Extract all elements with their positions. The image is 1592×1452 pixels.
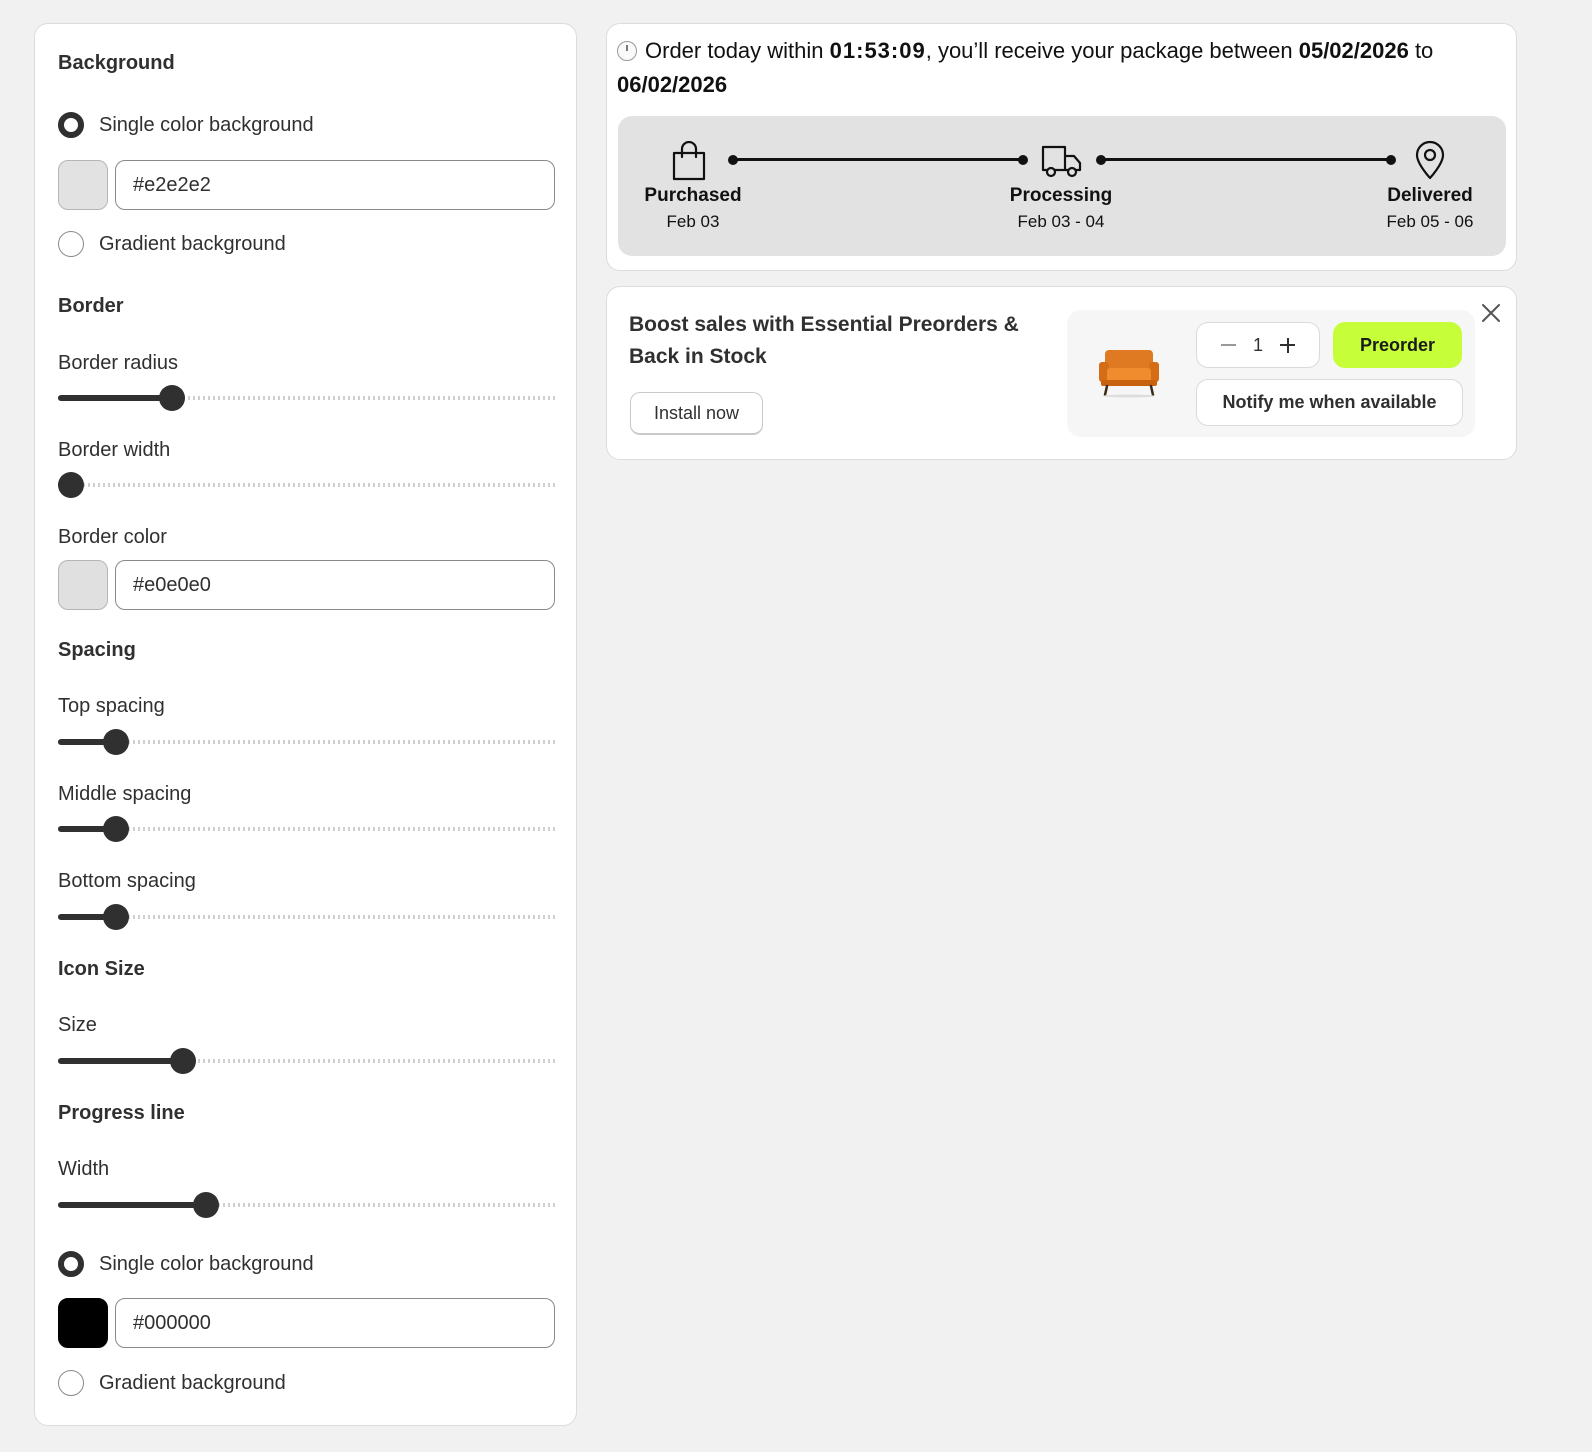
border-radius-slider[interactable] (58, 385, 555, 411)
background-color-input[interactable]: #e2e2e2 (115, 160, 555, 210)
border-color-input[interactable]: #e0e0e0 (115, 560, 555, 610)
timeline-step-purchased: Purchased Feb 03 (613, 116, 773, 256)
background-color-picker: #e2e2e2 (58, 160, 555, 210)
border-color-swatch[interactable] (58, 560, 108, 610)
border-section-title: Border (58, 295, 124, 317)
timeline-line (1101, 158, 1391, 161)
step-name: Purchased (644, 185, 742, 206)
border-color-label: Border color (58, 526, 167, 548)
truck-icon (1041, 145, 1082, 178)
border-radius-label: Border radius (58, 352, 179, 374)
radio-unselected-icon[interactable] (58, 231, 84, 257)
bottom-spacing-slider[interactable] (58, 904, 555, 930)
background-color-swatch[interactable] (58, 160, 108, 210)
plus-icon[interactable] (1286, 337, 1289, 353)
delivery-estimate-preview: Order today within 01:53:09, you’ll rece… (606, 23, 1517, 271)
step-date: Feb 03 - 04 (1017, 212, 1105, 231)
delivery-timeline: Purchased Feb 03 Processing Feb 03 - 04 … (618, 116, 1506, 256)
top-spacing-label: Top spacing (58, 695, 165, 717)
top-spacing-slider[interactable] (58, 729, 555, 755)
background-single-color-option[interactable]: Single color background (58, 111, 314, 139)
icon-size-slider[interactable] (58, 1048, 555, 1074)
settings-panel: Background Single color background #e2e2… (34, 23, 577, 1426)
progress-line-section-title: Progress line (58, 1102, 185, 1124)
step-name: Processing (1009, 185, 1113, 206)
border-width-label: Border width (58, 439, 171, 461)
radio-label: Gradient background (99, 1371, 286, 1394)
progress-line-width-slider[interactable] (58, 1192, 555, 1218)
icon-size-label: Size (58, 1014, 97, 1036)
border-width-slider[interactable] (58, 472, 555, 498)
quantity-stepper[interactable]: 1 (1196, 322, 1320, 368)
install-now-button[interactable]: Install now (630, 392, 763, 435)
progress-line-single-color-option[interactable]: Single color background (58, 1250, 314, 1278)
progress-line-color-picker: #000000 (58, 1298, 555, 1348)
timeline-step-delivered: Delivered Feb 05 - 06 (1350, 116, 1510, 256)
close-icon[interactable] (1479, 301, 1503, 325)
radio-selected-icon[interactable] (58, 112, 84, 138)
quantity-value[interactable]: 1 (1197, 323, 1319, 367)
date-to: 06/02/2026 (617, 72, 728, 97)
timeline-step-processing: Processing Feb 03 - 04 (981, 116, 1141, 256)
radio-selected-icon[interactable] (58, 1251, 84, 1277)
eta-middle: , you’ll receive your package between (925, 38, 1299, 63)
border-color-picker: #e0e0e0 (58, 560, 555, 610)
slider-thumb[interactable] (102, 904, 129, 930)
countdown-timer: 01:53:09 (829, 38, 926, 63)
delivery-message: Order today within 01:53:09, you’ll rece… (617, 34, 1507, 102)
slider-thumb[interactable] (192, 1192, 219, 1218)
step-date: Feb 05 - 06 (1386, 212, 1474, 231)
spacing-section-title: Spacing (58, 639, 136, 661)
slider-thumb[interactable] (102, 729, 129, 755)
notify-me-button[interactable]: Notify me when available (1196, 379, 1463, 426)
eta-connector: to (1408, 38, 1434, 63)
clock-icon (617, 41, 637, 61)
middle-spacing-label: Middle spacing (58, 783, 192, 805)
radio-label: Single color background (99, 1252, 314, 1275)
radio-unselected-icon[interactable] (58, 1370, 84, 1396)
eta-prefix: Order today within (645, 38, 830, 63)
background-gradient-option[interactable]: Gradient background (58, 230, 286, 258)
preorder-button[interactable]: Preorder (1333, 322, 1462, 368)
bottom-spacing-label: Bottom spacing (58, 870, 196, 892)
icon-size-section-title: Icon Size (58, 958, 145, 980)
background-section-title: Background (58, 52, 175, 74)
middle-spacing-slider[interactable] (58, 816, 555, 842)
progress-line-color-input[interactable]: #000000 (115, 1298, 555, 1348)
slider-thumb[interactable] (58, 472, 84, 498)
shopping-bag-icon (672, 141, 706, 181)
slider-thumb[interactable] (170, 1048, 197, 1074)
map-pin-icon (1415, 140, 1445, 180)
date-from: 05/02/2026 (1298, 38, 1409, 63)
progress-line-width-label: Width (58, 1158, 110, 1180)
progress-line-color-swatch[interactable] (58, 1298, 108, 1348)
progress-line-gradient-option[interactable]: Gradient background (58, 1369, 286, 1397)
preorder-widget-demo: 1 Preorder Notify me when available (1067, 310, 1475, 437)
step-name: Delivered (1387, 185, 1473, 206)
timeline-line (733, 158, 1023, 161)
promo-banner: Boost sales with Essential Preorders & B… (606, 286, 1517, 460)
slider-thumb[interactable] (102, 816, 129, 842)
slider-thumb[interactable] (158, 385, 185, 411)
radio-label: Single color background (99, 113, 314, 136)
step-date: Feb 03 (666, 212, 720, 231)
armchair-product-image (1099, 350, 1159, 398)
radio-label: Gradient background (99, 232, 286, 255)
promo-title: Boost sales with Essential Preorders & B… (629, 313, 1019, 368)
